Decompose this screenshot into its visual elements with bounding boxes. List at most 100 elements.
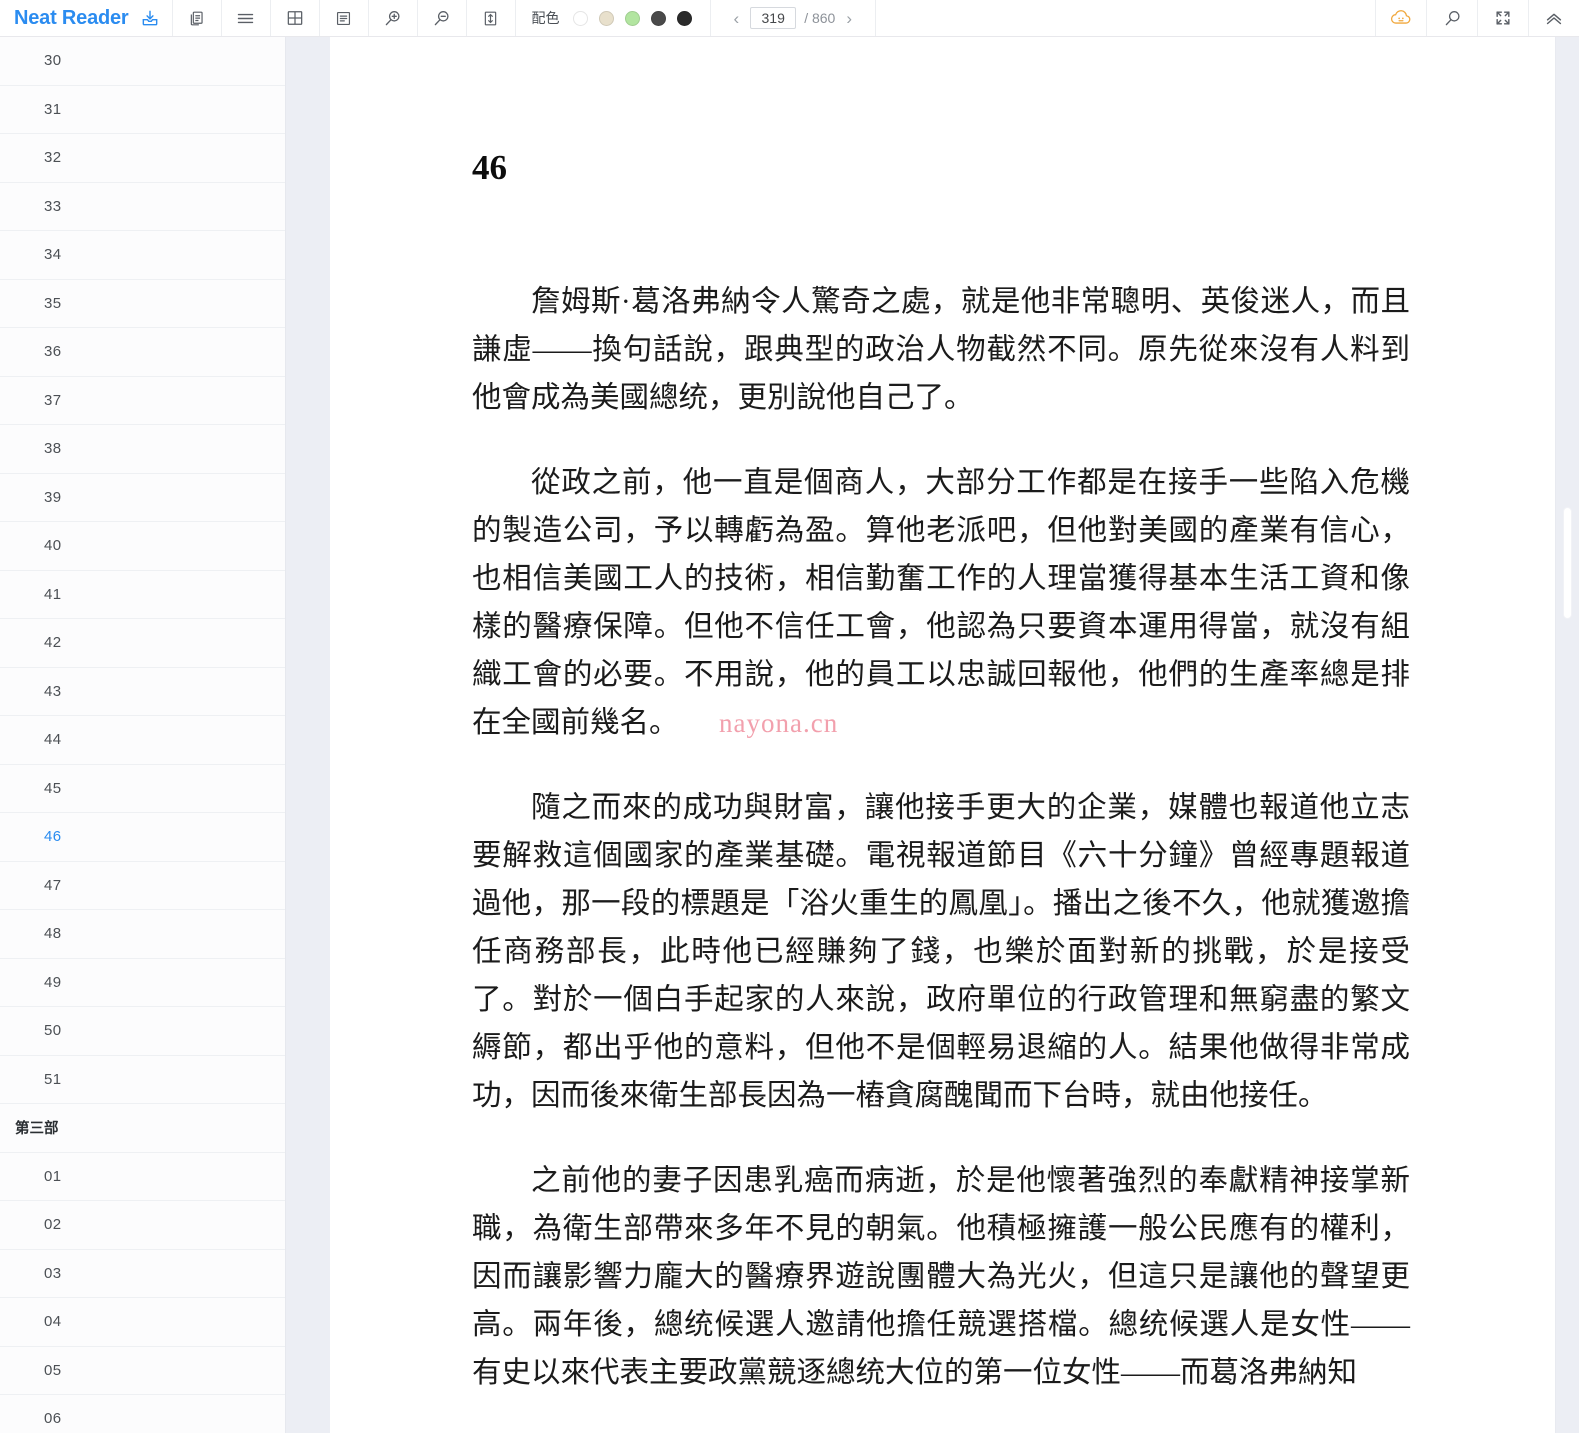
toc-item-48[interactable]: 48	[0, 910, 285, 959]
toolbar-right-group	[1375, 0, 1579, 36]
page-number-input[interactable]	[750, 7, 797, 29]
toc-item-label: 05	[44, 1361, 62, 1379]
body-paragraph: 從政之前，他一直是個商人，大部分工作都是在接手一些陷入危機的製造公司，予以轉虧為…	[472, 467, 1410, 739]
toc-item-39[interactable]: 39	[0, 474, 285, 522]
toc-item-label: 06	[44, 1410, 62, 1428]
toc-item-02[interactable]: 02	[0, 1201, 285, 1250]
grid-layout-icon[interactable]	[269, 0, 319, 36]
toc-item-label: 47	[44, 876, 62, 894]
toc-item-33[interactable]: 33	[0, 183, 285, 231]
page-total-label: / 860	[804, 10, 835, 26]
toc-item-50[interactable]: 50	[0, 1007, 285, 1056]
palette-label: 配色	[531, 10, 560, 26]
toc-item-label: 39	[44, 488, 62, 506]
toc-item-44[interactable]: 44	[0, 716, 285, 765]
theme-sepia-swatch[interactable]	[598, 10, 614, 26]
toc-item-34[interactable]: 34	[0, 231, 285, 280]
toc-item-label: 02	[44, 1216, 62, 1234]
toolbar-spacer	[875, 0, 1375, 36]
toc-item-04[interactable]: 04	[0, 1298, 285, 1347]
toc-item-label: 35	[44, 294, 62, 312]
toc-item-label: 51	[44, 1070, 62, 1088]
toc-item-label: 50	[44, 1022, 62, 1040]
toc-item-label: 41	[44, 585, 62, 603]
chapter-heading: 46	[472, 148, 507, 187]
toc-item-06[interactable]: 06	[0, 1395, 285, 1433]
app-title: Neat Reader	[14, 6, 129, 29]
toc-item-30[interactable]: 30	[0, 37, 285, 86]
paragraph-container: 詹姆斯·葛洛弗納令人驚奇之處，就是他非常聰明、英俊迷人，而且謙虛——換句話說，跟…	[472, 278, 1410, 1397]
body-paragraph: 之前他的妻子因患乳癌而病逝，於是他懷著強烈的奉獻精神接掌新職，為衛生部帶來多年不…	[472, 1165, 1410, 1389]
search-icon[interactable]	[1426, 0, 1477, 36]
theme-dark-gray-swatch[interactable]	[650, 10, 666, 26]
toc-item-label: 48	[44, 925, 62, 943]
toc-item-label: 34	[44, 246, 62, 264]
zoom-in-icon[interactable]	[367, 0, 417, 36]
page-separator: /	[804, 10, 809, 26]
toc-sidebar[interactable]: 30 31 32 33 34 35 36 37 38 39 40 41 42 43 44 45 46 47 48 49…	[0, 37, 285, 1433]
next-page-button[interactable]: ›	[843, 10, 855, 27]
toc-item-label: 32	[44, 149, 62, 167]
toc-item-label: 40	[44, 537, 62, 555]
toc-item-label: 43	[44, 682, 62, 700]
page-total-value: 860	[811, 10, 836, 26]
toc-item-label: 36	[44, 343, 62, 361]
page-navigator: ‹ / 860 ›	[709, 0, 875, 36]
body-paragraph: 隨之而來的成功與財富，讓他接手更大的企業，媒體也報道他立志要解救這個國家的產業基…	[472, 792, 1410, 1112]
theme-green-swatch[interactable]	[624, 10, 640, 26]
app-brand[interactable]: Neat Reader	[0, 0, 172, 36]
toc-item-label: 03	[44, 1264, 62, 1282]
toc-item-46[interactable]: 46	[0, 813, 285, 862]
toc-item-37[interactable]: 37	[0, 377, 285, 425]
reader-content-area: 46 詹姆斯·葛洛弗納令人驚奇之處，就是他非常聰明、英俊迷人，而且謙虛——換句話…	[330, 37, 1555, 1433]
toc-item-01[interactable]: 01	[0, 1153, 285, 1201]
theme-black-swatch[interactable]	[676, 10, 692, 26]
collapse-up-icon[interactable]	[1528, 0, 1579, 36]
toc-item-31[interactable]: 31	[0, 86, 285, 134]
toc-item-label: 37	[44, 391, 62, 409]
zoom-out-icon[interactable]	[416, 0, 466, 36]
toc-item-51[interactable]: 51	[0, 1056, 285, 1104]
toc-item-05[interactable]: 05	[0, 1347, 285, 1395]
toc-item-label: 44	[44, 731, 62, 749]
toc-item-41[interactable]: 41	[0, 571, 285, 619]
toc-item-32[interactable]: 32	[0, 134, 285, 183]
toc-item-label: 33	[44, 197, 62, 215]
toc-part-header[interactable]: 第三部	[0, 1104, 285, 1153]
toc-item-35[interactable]: 35	[0, 280, 285, 328]
cloud-sync-icon[interactable]	[1375, 0, 1426, 36]
toc-item-label: 49	[44, 973, 62, 991]
fullscreen-icon[interactable]	[1477, 0, 1528, 36]
toc-list-icon[interactable]	[220, 0, 270, 36]
toc-item-40[interactable]: 40	[0, 522, 285, 571]
notes-icon[interactable]	[318, 0, 368, 36]
toc-item-label: 42	[44, 634, 62, 652]
prev-page-button[interactable]: ‹	[731, 10, 743, 27]
line-height-icon[interactable]	[465, 0, 515, 36]
toc-item-42[interactable]: 42	[0, 619, 285, 668]
toc-item-label: 38	[44, 440, 62, 458]
toc-item-label: 04	[44, 1313, 62, 1331]
toc-item-label: 第三部	[15, 1121, 59, 1138]
color-theme-group: 配色	[514, 0, 710, 36]
toolbar-left-group: Neat Reader 配色 ‹ 319 / 860 ›	[0, 0, 875, 36]
toc-item-45[interactable]: 45	[0, 765, 285, 813]
content-scrollbar-thumb[interactable]	[1563, 507, 1572, 619]
body-paragraph: 詹姆斯·葛洛弗納令人驚奇之處，就是他非常聰明、英俊迷人，而且謙虛——換句話說，跟…	[472, 286, 1410, 414]
toc-item-label: 45	[44, 779, 62, 797]
book-page: 46 詹姆斯·葛洛弗納令人驚奇之處，就是他非常聰明、英俊迷人，而且謙虛——換句話…	[330, 150, 1555, 1397]
toc-item-47[interactable]: 47	[0, 862, 285, 910]
toc-item-03[interactable]: 03	[0, 1250, 285, 1298]
toc-item-label: 31	[44, 100, 62, 118]
toc-item-36[interactable]: 36	[0, 328, 285, 377]
toc-item-label: 46	[44, 828, 62, 846]
toc-item-49[interactable]: 49	[0, 959, 285, 1007]
copy-icon[interactable]	[171, 0, 221, 36]
top-toolbar: Neat Reader 配色 ‹ 319 / 860 ›	[0, 0, 1579, 37]
theme-white-swatch[interactable]	[572, 10, 588, 26]
content-scrollbar-track[interactable]	[1555, 37, 1579, 1433]
save-to-library-icon[interactable]	[140, 8, 160, 28]
toc-item-38[interactable]: 38	[0, 425, 285, 474]
toc-item-43[interactable]: 43	[0, 668, 285, 716]
sidebar-content-divider	[285, 37, 330, 1433]
